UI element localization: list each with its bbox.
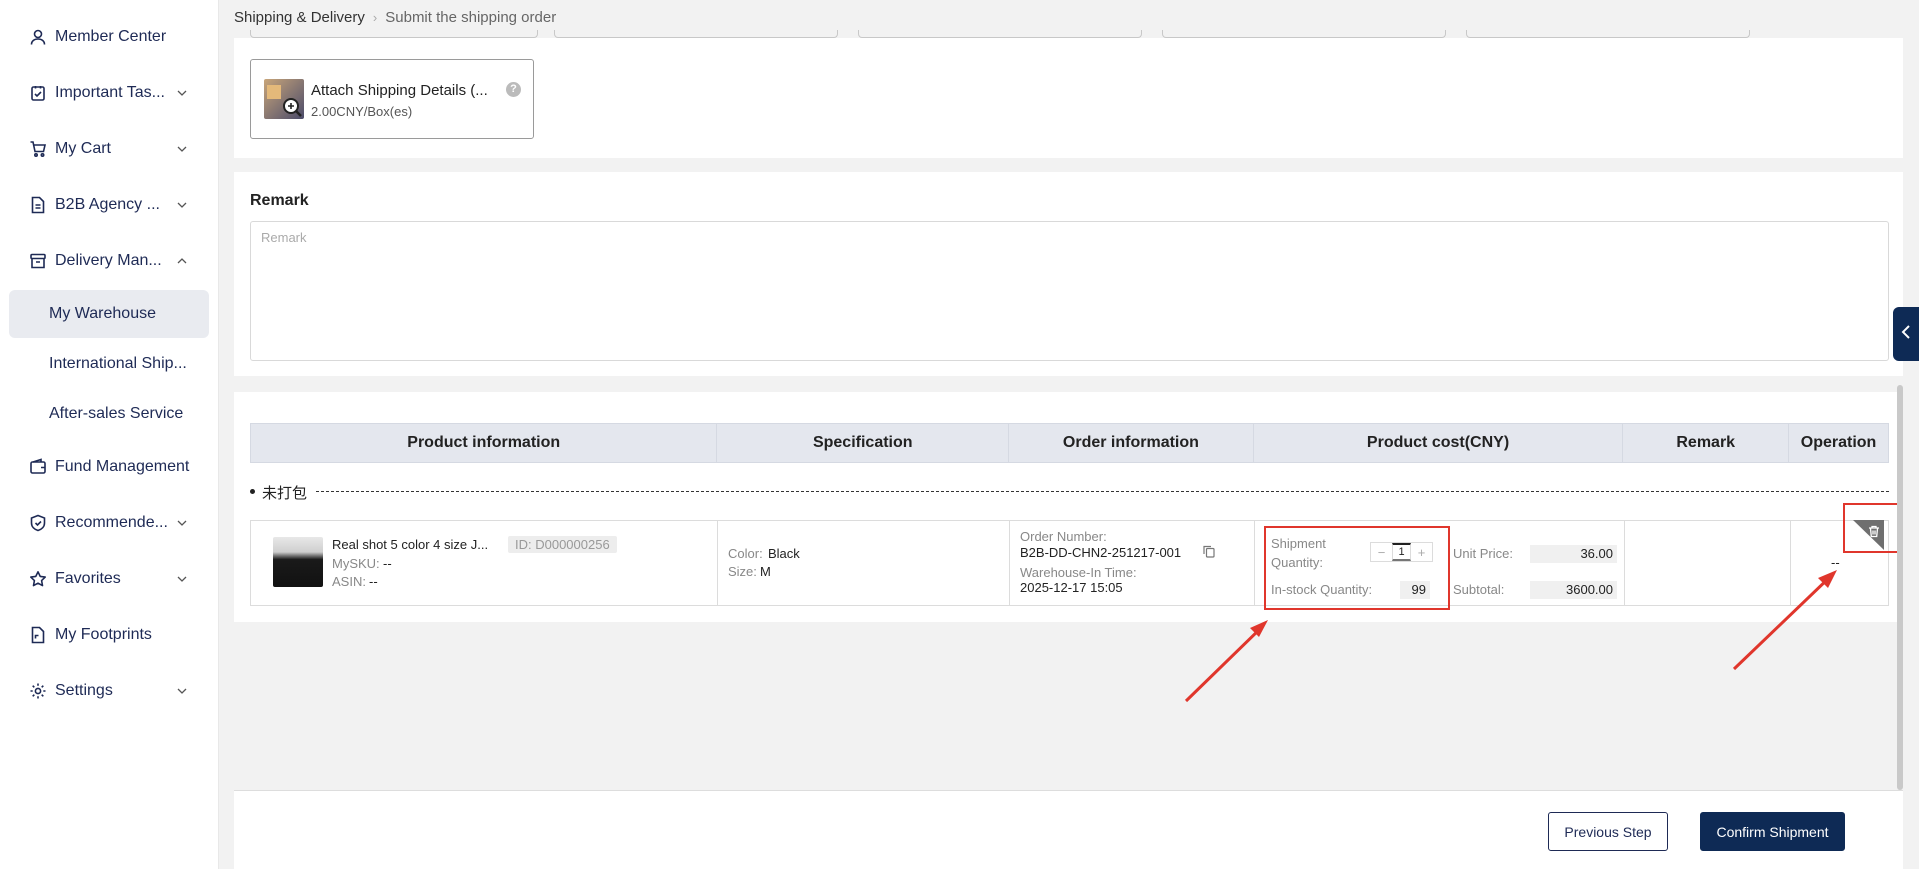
annotation-arrows (1184, 570, 1837, 703)
red-arrow-icon (1732, 570, 1837, 671)
red-arrow-icon (1184, 620, 1268, 703)
previous-step-button[interactable]: Previous Step (1548, 812, 1668, 851)
page-scrollbar[interactable] (1897, 385, 1903, 790)
confirm-shipment-button[interactable]: Confirm Shipment (1700, 812, 1845, 851)
